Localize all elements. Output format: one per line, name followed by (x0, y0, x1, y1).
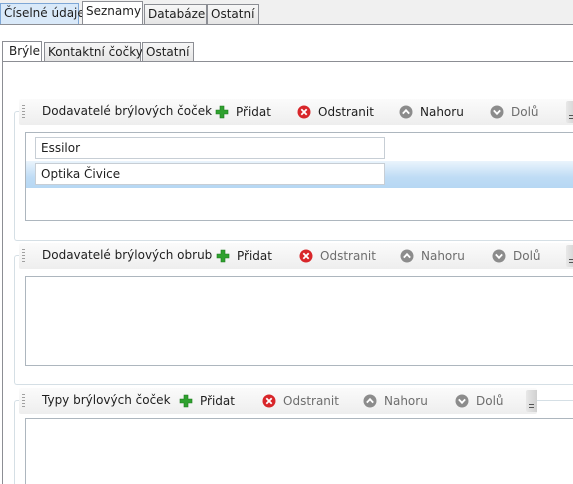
arrow-up-icon (363, 394, 377, 408)
add-button[interactable]: Přidat (215, 102, 271, 122)
add-label: Přidat (200, 394, 235, 408)
tab-databaze[interactable]: Databáze (144, 4, 207, 25)
group-frame-suppliers: Dodavatelé brýlových obrub Přidat Odstra… (14, 243, 573, 385)
move-up-button[interactable]: Nahoru (363, 391, 428, 411)
tab-ostatni-inner[interactable]: Ostatní (142, 42, 194, 62)
tab-ciselne-udaje[interactable]: Číselné údaje (0, 3, 85, 24)
delete-icon (262, 394, 276, 408)
toolbar-grip[interactable] (22, 394, 25, 408)
remove-label: Odstranit (320, 249, 376, 263)
list-item[interactable]: Essilor (26, 135, 573, 162)
move-down-label: Dolů (476, 394, 504, 408)
plus-icon (215, 105, 229, 119)
plus-icon (179, 394, 193, 408)
tab-kontaktni-cocky[interactable]: Kontaktní čočky (44, 42, 143, 62)
tab-bryle[interactable]: Brýle (2, 41, 42, 62)
move-up-label: Nahoru (384, 394, 428, 408)
remove-button[interactable]: Odstranit (262, 391, 339, 411)
arrow-down-icon (455, 394, 469, 408)
move-down-button[interactable]: Dolů (455, 391, 504, 411)
group-title: Dodavatelé brýlových obrub (42, 248, 213, 262)
list-item-selected[interactable]: Optika Čivice (26, 161, 573, 188)
move-up-label: Nahoru (421, 249, 465, 263)
move-down-label: Dolů (511, 105, 539, 119)
plus-icon (216, 249, 230, 263)
inner-tab-strip: Brýle Kontaktní čočky Ostatní (0, 41, 573, 62)
settings-window: Číselné údaje Seznamy Databáze Ostatní B… (0, 0, 573, 484)
toolbar-lens-suppliers: Dodavatelé brýlových čoček Přidat Odstra… (19, 99, 573, 125)
lens-types-list[interactable] (25, 418, 573, 484)
add-button[interactable]: Přidat (179, 391, 235, 411)
move-up-button[interactable]: Nahoru (399, 102, 464, 122)
toolbar-grip[interactable] (22, 105, 25, 119)
toolbar-frame-suppliers: Dodavatelé brýlových obrub Přidat Odstra… (19, 243, 573, 269)
tab-seznamy[interactable]: Seznamy (82, 1, 143, 25)
remove-button[interactable]: Odstranit (297, 102, 374, 122)
move-down-button[interactable]: Dolů (492, 246, 541, 266)
add-label: Přidat (237, 249, 272, 263)
move-down-button[interactable]: Dolů (490, 102, 539, 122)
arrow-up-icon (399, 105, 413, 119)
move-up-button[interactable]: Nahoru (400, 246, 465, 266)
seznamy-page: Brýle Kontaktní čočky Ostatní Dodavatelé… (0, 24, 573, 484)
remove-button[interactable]: Odstranit (299, 246, 376, 266)
add-label: Přidat (236, 105, 271, 119)
arrow-down-icon (490, 105, 504, 119)
bryle-panel: Dodavatelé brýlových čoček Přidat Odstra… (2, 61, 573, 484)
move-up-label: Nahoru (420, 105, 464, 119)
remove-label: Odstranit (283, 394, 339, 408)
delete-icon (299, 249, 313, 263)
add-button[interactable]: Přidat (216, 246, 272, 266)
group-lens-types: Typy brýlových čoček Přidat Odstranit Na… (14, 388, 573, 484)
list-item-field[interactable]: Essilor (35, 137, 385, 159)
list-item-field[interactable]: Optika Čivice (35, 163, 385, 185)
toolbar-overflow-button[interactable] (566, 245, 573, 267)
delete-icon (297, 105, 311, 119)
group-title: Dodavatelé brýlových čoček (42, 104, 213, 118)
tab-ostatni[interactable]: Ostatní (207, 4, 259, 25)
top-tab-strip: Číselné údaje Seznamy Databáze Ostatní (0, 0, 573, 25)
group-title: Typy brýlových čoček (42, 393, 171, 407)
remove-label: Odstranit (318, 105, 374, 119)
toolbar-overflow-button[interactable] (566, 101, 573, 123)
frame-suppliers-list[interactable] (25, 276, 573, 366)
lens-suppliers-list[interactable]: Essilor Optika Čivice (25, 132, 573, 221)
arrow-down-icon (492, 249, 506, 263)
toolbar-grip[interactable] (22, 249, 25, 263)
toolbar-lens-types: Typy brýlových čoček Přidat Odstranit Na… (19, 388, 537, 414)
arrow-up-icon (400, 249, 414, 263)
toolbar-overflow-button[interactable] (526, 390, 537, 412)
move-down-label: Dolů (513, 249, 541, 263)
group-lens-suppliers: Dodavatelé brýlových čoček Přidat Odstra… (14, 99, 573, 241)
